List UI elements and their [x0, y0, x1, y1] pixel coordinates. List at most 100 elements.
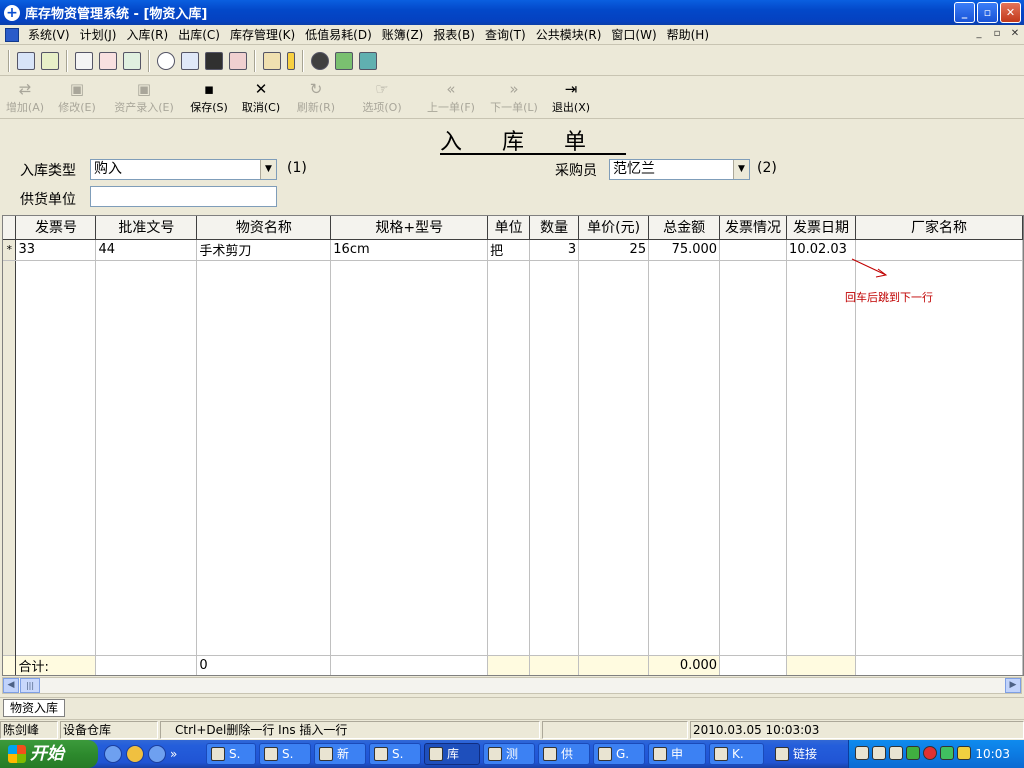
- links-toolbar[interactable]: 链接: [770, 743, 834, 765]
- asset-entry-button[interactable]: ▣ 资产录入(E): [104, 77, 184, 117]
- prev-order-button[interactable]: « 上一单(F): [420, 77, 482, 117]
- taskbar-item[interactable]: S.: [259, 743, 311, 765]
- mdi-minimize-button[interactable]: _: [972, 27, 986, 41]
- edit-form-icon[interactable]: [181, 51, 199, 70]
- menu-common[interactable]: 公共模块(R): [531, 26, 607, 44]
- minimize-button[interactable]: _: [954, 2, 975, 23]
- menu-system[interactable]: 系统(V): [23, 26, 75, 44]
- title-bar[interactable]: + 库存物资管理系统 - [物资入库] _ ▫ ✕: [0, 0, 1024, 25]
- column-header[interactable]: 发票号: [15, 216, 97, 240]
- mdi-restore-button[interactable]: ▫: [990, 27, 1004, 41]
- scroll-left-icon[interactable]: ◀: [3, 678, 19, 693]
- taskbar-item[interactable]: 新: [314, 743, 366, 765]
- start-button[interactable]: 开始: [0, 740, 98, 768]
- refresh-button[interactable]: ↻ 刷新(R): [288, 77, 344, 117]
- menu-inbound[interactable]: 入库(R): [121, 26, 173, 44]
- taskbar-item[interactable]: G.: [593, 743, 645, 765]
- folder-icon[interactable]: [263, 51, 281, 70]
- table-cell[interactable]: 手术剪刀: [196, 239, 332, 261]
- menu-reports[interactable]: 报表(B): [428, 26, 480, 44]
- import-icon[interactable]: [17, 51, 35, 70]
- buyer-select[interactable]: 范忆兰 ▼: [609, 159, 750, 180]
- document-list-icon[interactable]: [75, 51, 93, 70]
- stop-icon[interactable]: [923, 746, 937, 760]
- column-header[interactable]: 物资名称: [196, 216, 332, 240]
- chevron-down-icon[interactable]: ▼: [733, 160, 749, 179]
- taskbar-item-active[interactable]: 库: [424, 743, 480, 765]
- menu-outbound[interactable]: 出库(C): [173, 26, 225, 44]
- menu-help[interactable]: 帮助(H): [662, 26, 714, 44]
- taskbar-item[interactable]: S.: [369, 743, 421, 765]
- scroll-right-icon[interactable]: ▶: [1005, 678, 1021, 693]
- menu-plan[interactable]: 计划(J): [75, 26, 122, 44]
- ie-icon[interactable]: [104, 745, 122, 763]
- device-icon[interactable]: [889, 746, 903, 760]
- checklist-icon[interactable]: [41, 51, 59, 70]
- menu-inventory[interactable]: 库存管理(K): [225, 26, 300, 44]
- taskbar-item[interactable]: S.: [206, 743, 256, 765]
- scroll-thumb[interactable]: |||: [20, 678, 40, 693]
- column-header[interactable]: 厂家名称: [855, 216, 1023, 240]
- close-button[interactable]: ✕: [1000, 2, 1021, 23]
- taskbar-item[interactable]: K.: [709, 743, 764, 765]
- edit-button[interactable]: ▣ 修改(E): [50, 77, 104, 117]
- cancel-button[interactable]: ✕ 取消(C): [234, 77, 288, 117]
- clock[interactable]: 10:03: [975, 740, 1010, 768]
- media-icon[interactable]: [126, 745, 144, 763]
- document-icon[interactable]: [5, 27, 19, 42]
- exit-button[interactable]: ⇥ 退出(X): [546, 77, 596, 117]
- options-button[interactable]: ☞ 选项(O): [344, 77, 420, 117]
- table-cell[interactable]: 把: [487, 239, 531, 261]
- table-cell[interactable]: 25: [578, 239, 650, 261]
- next-order-button[interactable]: » 下一单(L): [482, 77, 546, 117]
- print-icon[interactable]: [229, 51, 247, 70]
- menu-query[interactable]: 查询(T): [480, 26, 531, 44]
- shield-icon[interactable]: [940, 746, 954, 760]
- menu-window[interactable]: 窗口(W): [606, 26, 661, 44]
- printer-icon[interactable]: [872, 746, 886, 760]
- table-cell[interactable]: 75.000: [648, 239, 721, 261]
- taskbar-item[interactable]: 申: [648, 743, 706, 765]
- chevron-down-icon[interactable]: ▼: [260, 160, 276, 179]
- horizontal-scrollbar[interactable]: ◀ ||| ▶: [2, 677, 1022, 694]
- table-cell[interactable]: 44: [95, 239, 198, 261]
- column-header[interactable]: 单位: [487, 216, 531, 240]
- table-cell[interactable]: 3: [529, 239, 580, 261]
- mdi-close-button[interactable]: ✕: [1008, 27, 1022, 41]
- green-status-icon[interactable]: [906, 746, 920, 760]
- search-icon[interactable]: [157, 51, 175, 70]
- browser-icon[interactable]: [148, 745, 166, 763]
- table-cell[interactable]: [719, 239, 788, 261]
- table-cell[interactable]: 33: [15, 239, 97, 261]
- stop-icon[interactable]: [311, 51, 329, 70]
- supplier-input[interactable]: [90, 186, 277, 207]
- column-header[interactable]: 批准文号: [95, 216, 198, 240]
- thermometer-icon[interactable]: [287, 51, 295, 70]
- column-header[interactable]: 发票情况: [719, 216, 788, 240]
- quick-launch-more-icon[interactable]: »: [170, 745, 177, 763]
- menu-ledger[interactable]: 账簿(Z): [377, 26, 429, 44]
- restore-button[interactable]: ▫: [977, 2, 998, 23]
- column-header[interactable]: 总金额: [648, 216, 721, 240]
- inbound-type-select[interactable]: 购入 ▼: [90, 159, 277, 180]
- calculator-icon[interactable]: [359, 51, 377, 70]
- add-button[interactable]: ⇄ 增加(A): [0, 77, 50, 117]
- tab-inbound[interactable]: 物资入库: [3, 699, 66, 717]
- save-button[interactable]: ▪ 保存(S): [184, 77, 234, 117]
- grid-icon[interactable]: [205, 51, 223, 70]
- taskbar-item[interactable]: 供: [538, 743, 590, 765]
- column-header[interactable]: 数量: [529, 216, 580, 240]
- table-cell[interactable]: 10.02.03: [786, 239, 857, 261]
- menu-consumables[interactable]: 低值易耗(D): [300, 26, 377, 44]
- row-indicator[interactable]: *: [3, 239, 17, 261]
- column-header[interactable]: 发票日期: [786, 216, 857, 240]
- report-icon[interactable]: [99, 51, 117, 70]
- column-header[interactable]: 规格+型号: [330, 216, 489, 240]
- recycle-icon[interactable]: [123, 51, 141, 70]
- column-header[interactable]: 单价(元): [578, 216, 650, 240]
- network-icon[interactable]: [855, 746, 869, 760]
- taskbar-item[interactable]: 测: [483, 743, 535, 765]
- warning-icon[interactable]: [957, 746, 971, 760]
- table-cell[interactable]: 16cm: [330, 239, 489, 261]
- book-icon[interactable]: [335, 51, 353, 70]
